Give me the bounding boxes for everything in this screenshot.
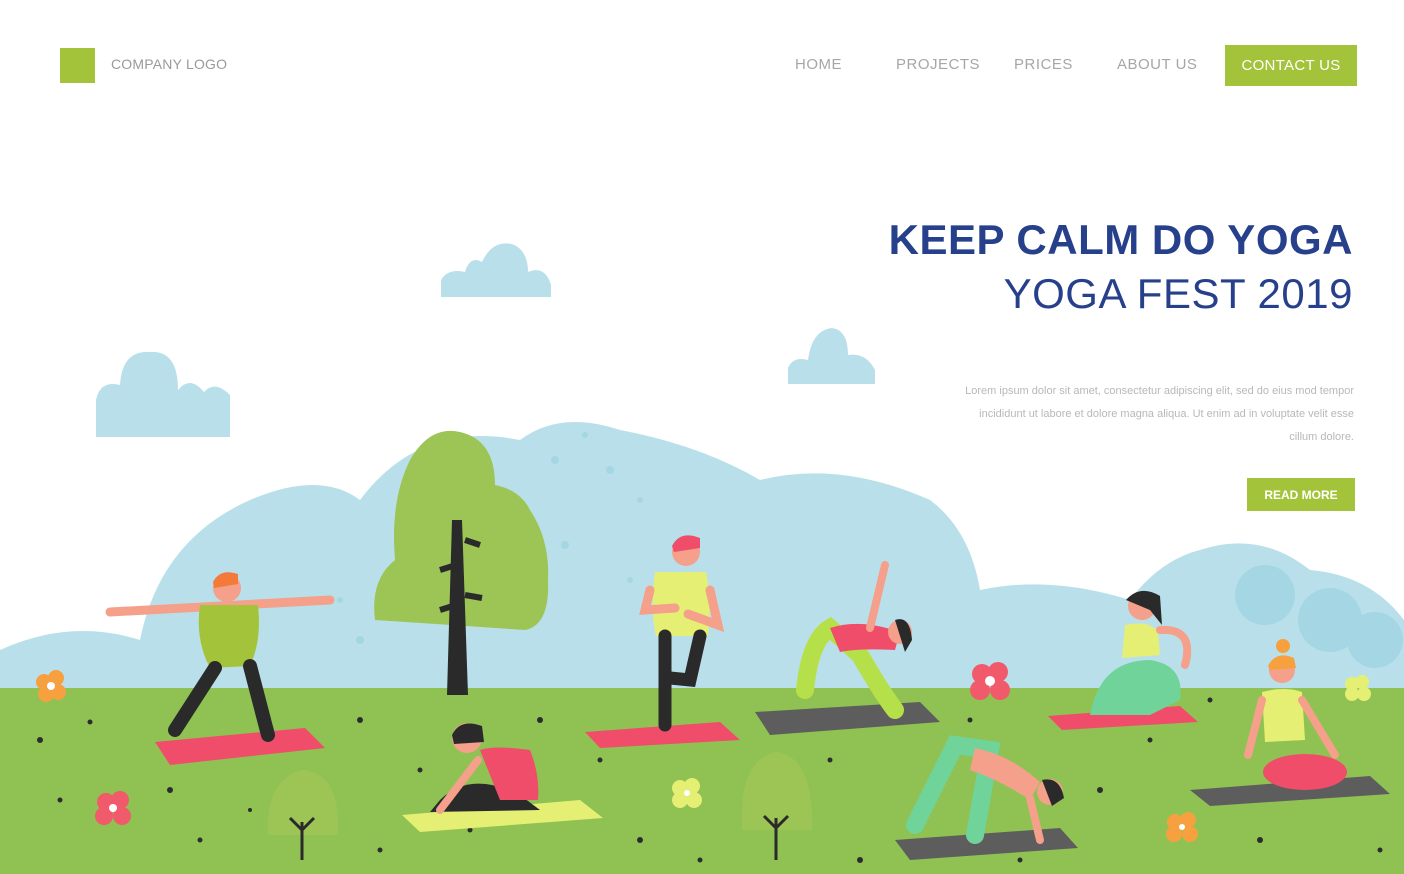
nav-about-us[interactable]: ABOUT US bbox=[1117, 56, 1197, 73]
cloud-top bbox=[441, 243, 551, 297]
nav-home[interactable]: HOME bbox=[795, 56, 842, 73]
hero-description: Lorem ipsum dolor sit amet, consectetur … bbox=[965, 385, 1354, 443]
hero-title: KEEP CALM DO YOGA bbox=[888, 216, 1353, 263]
cloud-middle bbox=[788, 328, 875, 384]
logo-icon[interactable] bbox=[60, 48, 95, 83]
read-more-button[interactable]: READ MORE bbox=[1247, 478, 1355, 511]
flower-yellow-center bbox=[672, 778, 702, 808]
cloud-left bbox=[96, 351, 230, 437]
hero-subtitle: YOGA FEST 2019 bbox=[1003, 270, 1353, 317]
site-header: COMPANY LOGO HOME PROJECTS PRICES ABOUT … bbox=[0, 0, 1404, 120]
contact-us-button[interactable]: CONTACT US bbox=[1225, 45, 1357, 86]
nav-prices[interactable]: PRICES bbox=[1014, 56, 1073, 73]
grass-ground bbox=[0, 688, 1404, 874]
nav-projects[interactable]: PROJECTS bbox=[896, 56, 980, 73]
company-logo-text[interactable]: COMPANY LOGO bbox=[111, 56, 227, 72]
